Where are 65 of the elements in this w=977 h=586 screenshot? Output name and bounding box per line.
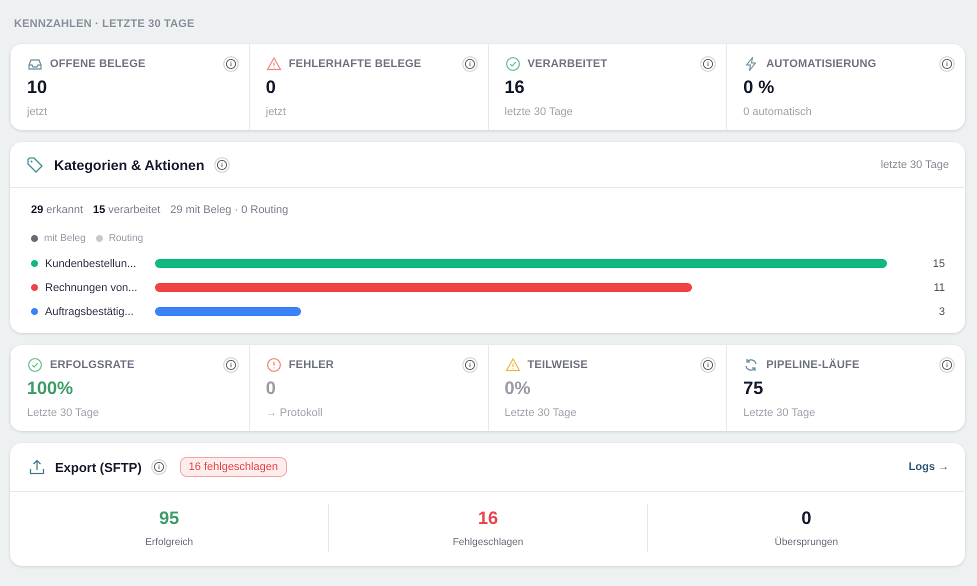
check-circle-icon <box>504 56 520 72</box>
logs-link[interactable]: Logs → <box>908 461 949 473</box>
category-name: Kundenbestellun... <box>45 258 136 270</box>
category-count: 3 <box>938 306 945 318</box>
kpi-note: → Protokoll <box>266 407 324 419</box>
card-title: Kategorien & Aktionen <box>54 156 204 172</box>
stat-value: 95 <box>159 508 180 529</box>
kpi-note: jetzt <box>266 106 287 118</box>
info-icon[interactable] <box>462 56 478 72</box>
refresh-icon <box>743 357 760 373</box>
category-name: Auftragsbestätig... <box>45 306 134 318</box>
failure-badge: 16 fehlgeschlagen <box>180 457 287 477</box>
kpi-label: VERARBEITET <box>528 58 608 70</box>
stat-text: 29 mit Beleg · 0 Routing <box>170 204 288 216</box>
kpi-note: 0 automatisch <box>743 106 813 118</box>
info-icon[interactable] <box>222 357 239 373</box>
warning-icon <box>266 56 282 72</box>
stat-text: 29 erkannt <box>31 204 83 216</box>
check-circle-icon <box>27 357 43 373</box>
info-icon[interactable] <box>700 357 716 373</box>
category-count: 15 <box>932 258 945 270</box>
alert-circle-icon <box>266 357 282 373</box>
stat-label: Übersprungen <box>774 537 838 548</box>
info-icon[interactable] <box>462 357 478 373</box>
stat-label: Fehlgeschlagen <box>452 537 524 548</box>
kpi-label: FEHLER <box>288 359 335 371</box>
category-count: 11 <box>932 282 945 294</box>
info-icon[interactable] <box>222 56 239 72</box>
kpi-note: Letzte 30 Tage <box>743 407 816 419</box>
kpi-value: 0 <box>266 378 277 399</box>
kpi-label: TEILWEISE <box>528 359 589 371</box>
card-title: Export (SFTP) <box>55 460 142 474</box>
kpi-value: 100% <box>27 378 74 399</box>
stat-text: 15 verarbeitet <box>93 204 160 216</box>
info-icon[interactable] <box>939 56 955 72</box>
stat-label: Erfolgreich <box>145 537 194 548</box>
kpi-note: Letzte 30 Tage <box>27 407 100 419</box>
kpi-label: OFFENE BELEGE <box>50 58 146 70</box>
kpi-label: FEHLERHAFTE BELEGE <box>288 58 422 70</box>
kpi-value: 0 <box>266 77 277 98</box>
info-icon[interactable] <box>214 156 230 172</box>
info-icon[interactable] <box>150 459 167 475</box>
warning-icon <box>504 357 520 373</box>
kpi-note: letzte 30 Tage <box>504 106 574 118</box>
kpi-value: 0 % <box>743 77 776 98</box>
kpi-label: PIPELINE-LÄUFE <box>766 359 860 371</box>
stat-value: 16 <box>478 508 498 529</box>
kpi-value: 16 <box>504 77 526 98</box>
kpi-value: 75 <box>743 378 764 399</box>
stat-value: 0 <box>801 508 812 529</box>
section-title: KENNZAHLEN · LETZTE 30 TAGE <box>14 18 195 30</box>
kpi-value: 10 <box>27 77 48 98</box>
tag-icon <box>26 156 44 174</box>
kpi-note: Letzte 30 Tage <box>504 407 578 419</box>
legend-label: Routing <box>108 233 144 244</box>
info-icon[interactable] <box>939 357 955 373</box>
info-icon[interactable] <box>700 56 716 72</box>
kpi-value: 0% <box>504 378 532 399</box>
legend-label: mit Beleg <box>44 233 86 244</box>
category-name: Rechnungen von... <box>45 282 138 294</box>
period-label: letzte 30 Tage <box>880 158 949 170</box>
kpi-label: AUTOMATISIERUNG <box>766 58 878 70</box>
kpi-note: jetzt <box>27 106 48 118</box>
upload-icon <box>28 458 46 476</box>
kpi-label: ERFOLGSRATE <box>50 359 136 371</box>
